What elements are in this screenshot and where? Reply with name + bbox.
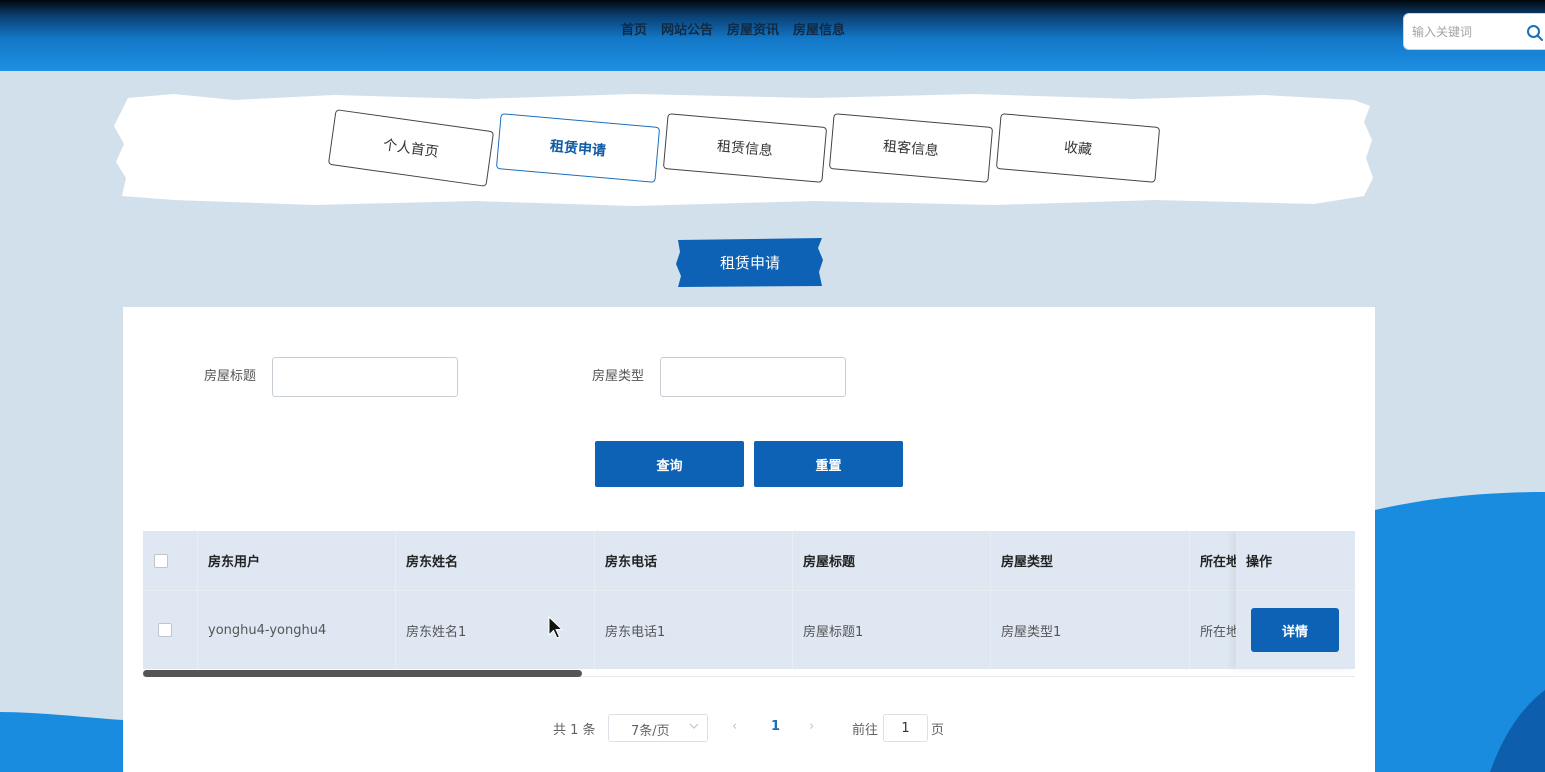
column-header-actions: 操作 xyxy=(1236,531,1355,591)
page-number-1[interactable]: 1 xyxy=(771,719,780,734)
row-select-cell xyxy=(143,591,198,669)
row-checkbox[interactable] xyxy=(158,623,172,637)
column-header: 房屋类型 xyxy=(991,531,1190,590)
page-size-select[interactable]: 7条/页 xyxy=(608,714,708,742)
select-all-cell xyxy=(143,531,198,590)
search-input[interactable] xyxy=(1412,22,1517,42)
pagination-total: 共 1 条 xyxy=(553,723,596,738)
table-header: 房东用户 房东姓名 房东电话 房屋标题 房屋类型 所在地 xyxy=(143,531,1355,591)
page-unit-label: 页 xyxy=(931,723,945,738)
goto-page-input[interactable] xyxy=(883,714,928,742)
house-title-field[interactable] xyxy=(272,357,458,397)
table-cell: 房东电话1 xyxy=(595,591,793,669)
table-cell: 房屋类型1 xyxy=(991,591,1190,669)
rental-application-panel: 房屋标题 房屋类型 查询 重置 房东用户 房东姓名 房东电话 房屋标题 房屋类型… xyxy=(123,307,1375,772)
column-header: 房东电话 xyxy=(595,531,793,590)
mouse-cursor-icon xyxy=(548,616,564,639)
applications-table: 房东用户 房东姓名 房东电话 房屋标题 房屋类型 所在地 yonghu4-yon… xyxy=(143,531,1355,677)
house-type-field[interactable] xyxy=(660,357,846,397)
column-header: 房东用户 xyxy=(198,531,396,590)
pagination: 共 1 条 7条/页 ‹ 1 › 前往 页 xyxy=(123,714,1375,742)
horizontal-scrollbar[interactable] xyxy=(143,670,582,677)
prev-page-button[interactable]: ‹ xyxy=(732,719,737,734)
table-row: yonghu4-yonghu4 房东姓名1 房东电话1 房屋标题1 房屋类型1 … xyxy=(143,591,1355,669)
select-all-checkbox[interactable] xyxy=(154,553,168,568)
next-page-button[interactable]: › xyxy=(809,719,814,734)
query-button[interactable]: 查询 xyxy=(595,441,744,487)
goto-label: 前往 xyxy=(852,723,879,738)
reset-button[interactable]: 重置 xyxy=(754,441,903,487)
actions-column: 操作 详情 xyxy=(1236,531,1355,669)
detail-button[interactable]: 详情 xyxy=(1251,608,1339,652)
column-header: 房东姓名 xyxy=(396,531,595,590)
nav-item-announcements[interactable]: 网站公告 xyxy=(654,21,720,41)
column-header: 房屋标题 xyxy=(793,531,991,590)
table-cell: 房屋标题1 xyxy=(793,591,991,669)
search-icon[interactable] xyxy=(1526,24,1544,42)
main-nav: 首页 网站公告 房屋资讯 房屋信息 xyxy=(614,21,852,41)
house-type-label: 房屋类型 xyxy=(592,369,645,384)
section-title: 租赁申请 xyxy=(676,238,824,287)
page-size-value: 7条/页 xyxy=(631,724,670,739)
section-title-text: 租赁申请 xyxy=(719,254,780,272)
table-cell: 房东姓名1 xyxy=(396,591,595,669)
nav-item-housing-info[interactable]: 房屋信息 xyxy=(786,21,852,41)
chevron-down-icon xyxy=(689,723,699,729)
search-box xyxy=(1403,13,1545,50)
house-title-label: 房屋标题 xyxy=(204,369,257,384)
user-center-tabs: 个人首页 租赁申请 租赁信息 租客信息 收藏 xyxy=(114,92,1376,208)
top-header: 首页 网站公告 房屋资讯 房屋信息 xyxy=(0,0,1545,71)
table-cell: yonghu4-yonghu4 xyxy=(198,591,396,669)
nav-item-housing-news[interactable]: 房屋资讯 xyxy=(720,21,786,41)
nav-item-home[interactable]: 首页 xyxy=(614,21,654,41)
